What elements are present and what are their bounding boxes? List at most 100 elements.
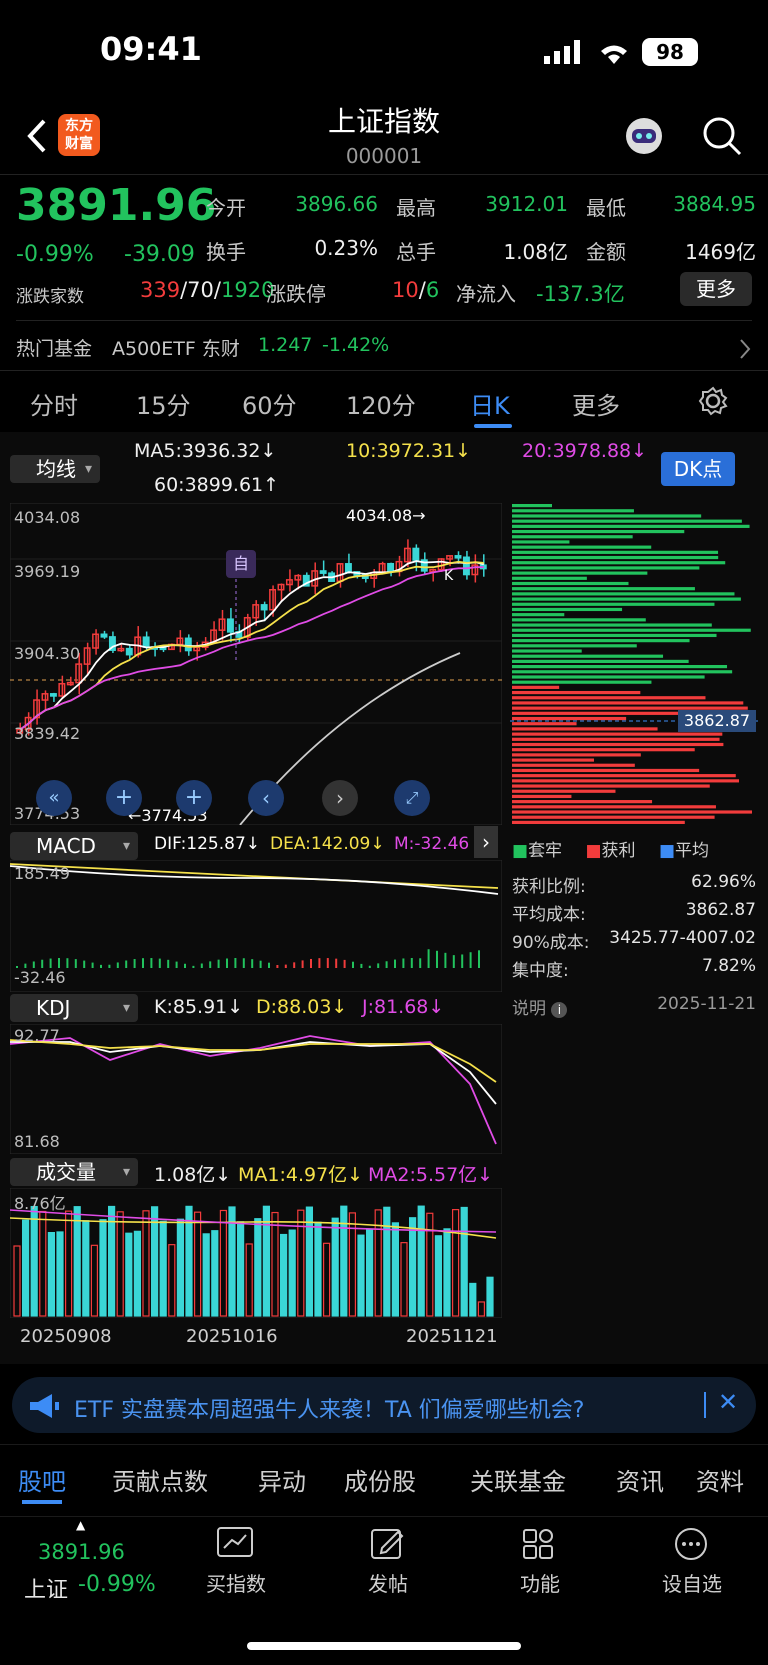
chip-bar — [512, 784, 710, 788]
macd-dif: DIF:125.87↓ — [154, 834, 261, 854]
volume-bar — [383, 1206, 391, 1317]
high-value: 3912.01 — [485, 192, 568, 216]
macd-histogram-bar — [91, 962, 94, 968]
volume-bar — [194, 1211, 202, 1317]
nav-add-watchlist[interactable]: 设自选 — [652, 1526, 732, 1610]
tab-daily-k[interactable]: 日K — [470, 386, 510, 421]
scroll-left-button[interactable]: ‹ — [248, 780, 284, 816]
open-label: 今开 — [206, 196, 246, 220]
chart-trend-icon — [217, 1527, 253, 1557]
chip-bar — [512, 649, 582, 653]
tab-guba[interactable]: 股吧 — [18, 1462, 66, 1497]
volume-bar — [202, 1233, 210, 1317]
macd-histogram-bar — [360, 963, 363, 968]
vol-top: 8.76亿 — [14, 1194, 66, 1213]
kdj-k: K:85.91↓ — [154, 996, 244, 1018]
macd-histogram-bar — [335, 958, 338, 968]
candle-body — [226, 618, 234, 633]
y-tick-3: 3904.30 — [14, 644, 81, 663]
macd-histogram-bar — [234, 958, 237, 968]
banner-text[interactable]: ETF 实盘赛本周超强牛人来袭！TA 们偏爱哪些机会? — [74, 1392, 584, 1424]
concentration-value: 7.82% — [701, 956, 756, 976]
tab-constituents[interactable]: 成份股 — [344, 1462, 416, 1497]
chip-bar — [512, 800, 653, 804]
clock: 09:41 — [100, 30, 202, 68]
close-icon[interactable]: ✕ — [718, 1388, 738, 1416]
macd-histogram-bar — [268, 962, 270, 968]
more-quote-button[interactable]: 更多 — [680, 272, 752, 306]
tab-60min[interactable]: 60分 — [242, 386, 297, 421]
chip-bar — [512, 675, 705, 679]
hot-fund-change: -1.42% — [322, 334, 390, 356]
candlestick-chart[interactable] — [10, 503, 502, 825]
macd-frame — [10, 860, 502, 992]
open-value: 3896.66 — [295, 192, 378, 216]
tab-news[interactable]: 资讯 — [616, 1462, 664, 1497]
cost90-label: 90%成本: — [512, 933, 590, 953]
search-icon[interactable] — [700, 114, 744, 158]
chip-bar — [512, 509, 634, 513]
fullscreen-button[interactable]: ⤢ — [394, 780, 430, 816]
low-value: 3884.95 — [673, 192, 756, 216]
candle-body — [462, 556, 470, 576]
tab-120min[interactable]: 120分 — [346, 386, 416, 421]
macd-histogram-bar — [259, 960, 262, 968]
nav-functions[interactable]: 功能 — [500, 1526, 580, 1610]
tab-related-funds[interactable]: 关联基金 — [470, 1462, 566, 1497]
macd-histogram-bar — [377, 963, 380, 968]
tab-profile[interactable]: 资料 — [696, 1462, 744, 1497]
chip-bar — [512, 665, 728, 669]
macd-select[interactable]: MACD — [10, 832, 138, 860]
nav-buy-index[interactable]: 买指数 — [196, 1526, 276, 1610]
macd-histogram-bar — [343, 959, 346, 968]
volume-select[interactable]: 成交量 — [10, 1158, 138, 1186]
tab-timeshare[interactable]: 分时 — [30, 386, 78, 421]
expand-indicator-button[interactable]: › — [474, 826, 498, 858]
vol-ma2: MA2:5.57亿↓ — [368, 1164, 494, 1186]
volume-bar — [254, 1218, 262, 1317]
caret-up-icon: ▲ — [76, 1518, 86, 1532]
macd-histogram-bar — [394, 959, 396, 968]
info-tab-indicator — [22, 1500, 62, 1504]
volume-bar — [434, 1235, 442, 1317]
volume-value: 1.08亿 — [503, 240, 568, 264]
macd-histogram-bar — [410, 958, 413, 968]
candle-body — [125, 647, 133, 656]
chip-note[interactable]: 说明 i — [512, 994, 568, 1019]
zoom-in-button[interactable]: + — [106, 780, 142, 816]
chip-bar — [512, 758, 594, 762]
volume-bar — [176, 1218, 184, 1317]
tab-movement[interactable]: 异动 — [258, 1462, 306, 1497]
scroll-left-fast-button[interactable]: « — [36, 780, 72, 816]
macd-bottom: -32.46 — [14, 968, 66, 987]
scroll-right-button[interactable]: › — [322, 780, 358, 816]
volume-bar — [30, 1205, 38, 1317]
volume-bar — [237, 1221, 245, 1317]
macd-histogram-bar — [318, 958, 321, 968]
macd-histogram-bar — [402, 958, 405, 968]
macd-histogram-bar — [108, 964, 111, 968]
volume-bar — [64, 1210, 73, 1317]
macd-top: 185.49 — [14, 864, 70, 883]
settings-gear-icon[interactable] — [698, 386, 728, 416]
chip-bar — [512, 763, 635, 767]
indicator-select[interactable]: 均线 — [10, 455, 100, 483]
macd-histogram-bar — [368, 965, 371, 968]
macd-histogram-bar — [150, 958, 153, 968]
zoom-in-alt-button[interactable]: + — [176, 780, 212, 816]
robot-assistant-icon[interactable] — [622, 114, 666, 158]
kdj-select[interactable]: KDJ — [10, 994, 138, 1022]
volume-bar — [305, 1206, 313, 1317]
chip-bar — [512, 748, 695, 752]
tab-15min[interactable]: 15分 — [136, 386, 191, 421]
tab-more[interactable]: 更多 — [572, 386, 620, 421]
dk-point-button[interactable]: DK点 — [661, 452, 735, 486]
macd-histogram-bar — [452, 955, 455, 968]
chip-bar — [512, 592, 735, 596]
nav-post[interactable]: 发帖 — [348, 1526, 428, 1610]
macd-histogram-bar — [427, 949, 430, 968]
chip-bar — [512, 670, 733, 674]
tab-contribution[interactable]: 贡献点数 — [112, 1462, 208, 1497]
chip-bar — [512, 701, 744, 705]
hot-fund-row[interactable]: 热门基金 A500ETF 东财 1.247 -1.42% — [16, 334, 768, 362]
